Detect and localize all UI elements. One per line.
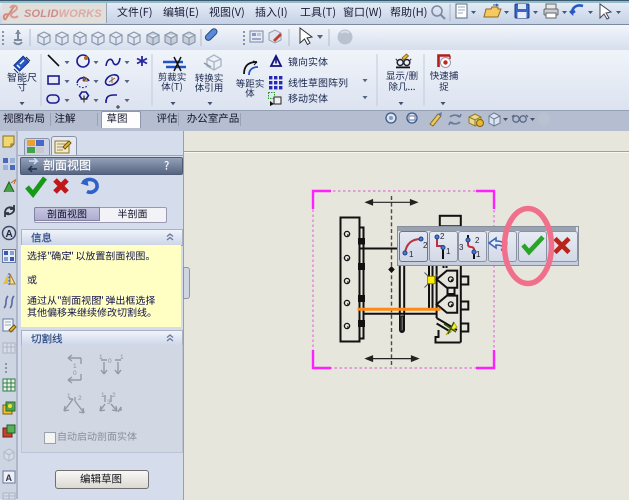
svg-text:1: 1 [476,250,481,259]
svg-text:3: 3 [107,399,111,406]
svg-text:1: 1 [120,354,124,361]
svg-text:A: A [6,473,13,483]
svg-text:0: 0 [73,370,77,377]
svg-text:1: 1 [99,354,103,361]
svg-text:SOLIDWORKS: SOLIDWORKS [24,8,102,20]
svg-text:0: 0 [108,358,112,365]
svg-text:2: 2 [112,392,116,399]
svg-text:1: 1 [67,393,71,400]
svg-text:1: 1 [101,392,105,399]
svg-text:2: 2 [78,395,82,402]
svg-text:2: 2 [440,232,445,241]
svg-text:2: 2 [475,236,480,245]
svg-text:2: 2 [423,241,428,250]
svg-text:1: 1 [73,363,77,370]
svg-text:3: 3 [459,243,464,252]
svg-text:1: 1 [446,247,451,256]
svg-text:1: 1 [409,250,414,259]
svg-text:A: A [6,229,13,240]
